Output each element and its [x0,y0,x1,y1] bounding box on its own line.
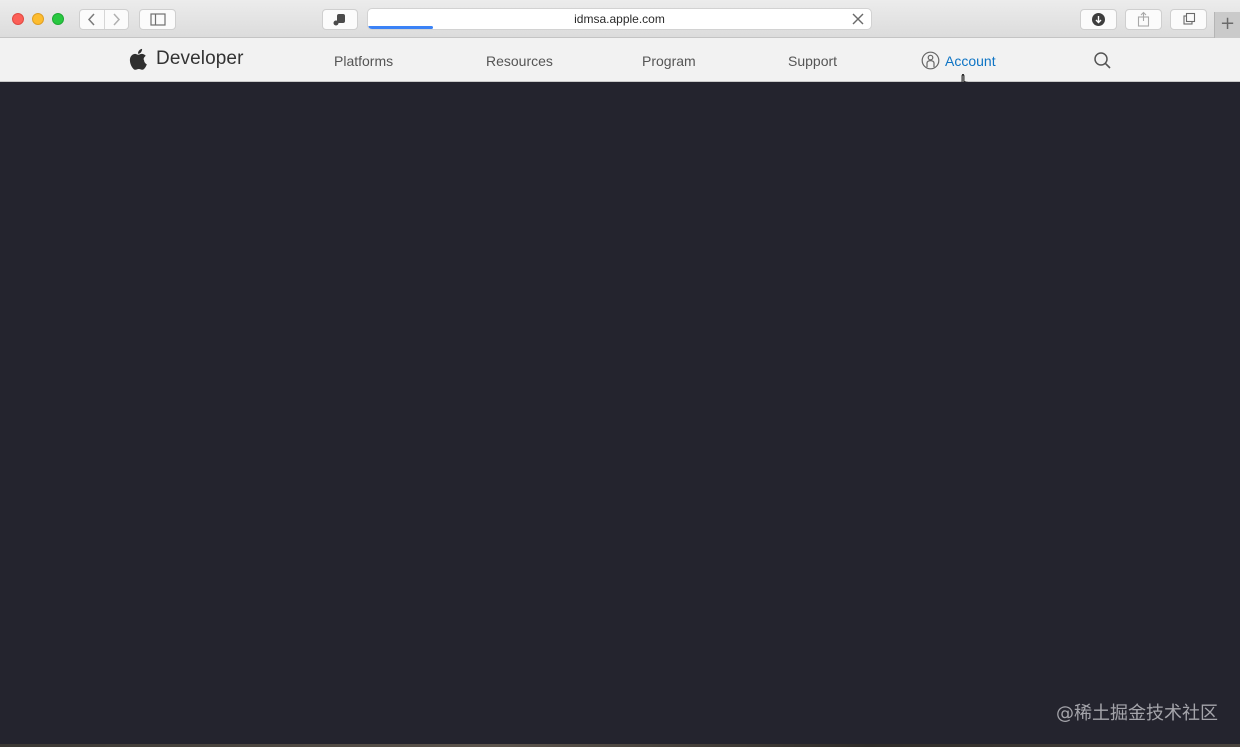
nav-resources[interactable]: Resources [486,53,553,69]
nav-account[interactable]: Account [921,51,996,70]
nav-program[interactable]: Program [642,53,696,69]
stop-loading-icon[interactable] [851,12,865,26]
browser-window: idmsa.apple.com + Developer Platforms Re… [0,0,1240,747]
show-sidebar-button[interactable] [139,9,176,30]
developer-site-nav: Developer Platforms Resources Program Su… [0,38,1240,82]
share-icon [1137,11,1150,27]
extension-icon [333,14,345,26]
brand-name: Developer [156,48,244,69]
apple-logo-icon [129,48,147,70]
account-label: Account [945,52,996,69]
nav-support[interactable]: Support [788,53,837,69]
url-text: idmsa.apple.com [574,12,665,26]
history-nav-group [79,9,129,30]
extension-button[interactable] [322,9,358,30]
developer-home-link[interactable]: Developer [129,47,244,71]
zoom-window-button[interactable] [52,13,64,25]
watermark-text: @稀土掘金技术社区 [1056,703,1218,724]
page-content: @稀土掘金技术社区 [0,82,1240,747]
address-bar[interactable]: idmsa.apple.com [367,8,872,30]
forward-button[interactable] [104,10,128,29]
share-button[interactable] [1125,9,1162,30]
close-window-button[interactable] [12,13,24,25]
tabs-overview-icon [1183,12,1196,25]
nav-platforms[interactable]: Platforms [334,53,393,69]
minimize-window-button[interactable] [32,13,44,25]
back-button[interactable] [80,10,105,29]
new-tab-button[interactable]: + [1214,12,1240,38]
page-load-progress [368,26,434,29]
chevron-left-icon [87,13,95,26]
browser-toolbar: idmsa.apple.com + [0,0,1240,38]
show-all-tabs-button[interactable] [1170,9,1207,30]
sidebar-icon [150,13,166,26]
downloads-button[interactable] [1080,9,1117,30]
search-icon[interactable] [1093,51,1112,70]
chevron-right-icon [113,13,121,26]
account-icon [921,51,940,70]
download-icon [1092,13,1105,26]
